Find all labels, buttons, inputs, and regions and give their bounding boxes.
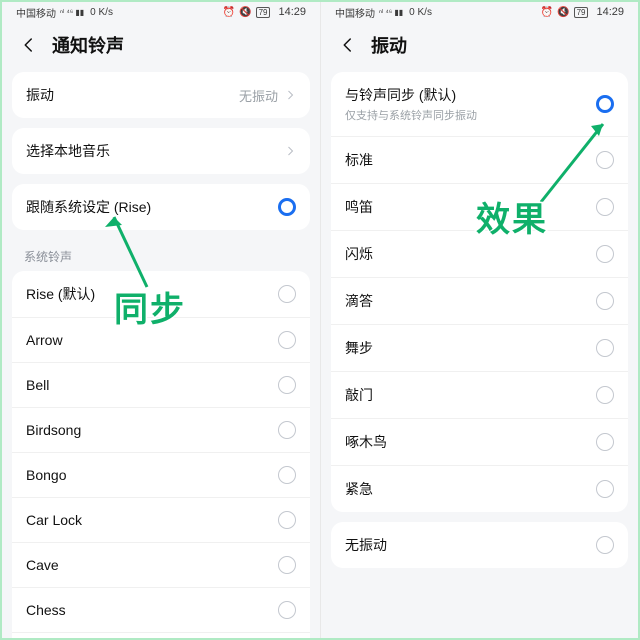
list-item-label: Birdsong bbox=[26, 422, 81, 438]
status-bar: 中国移动 ⁿˡ ⁴⁶ ▮▮ 0 K/s ⏰ 🔇 79 14:29 bbox=[2, 2, 320, 22]
screen-vibration: 中国移动 ⁿˡ ⁴⁶ ▮▮ 0 K/s ⏰ 🔇 79 14:29 振动 与铃声同… bbox=[320, 2, 638, 638]
carrier-label: 中国移动 bbox=[335, 5, 375, 20]
list-item[interactable]: 紧急 bbox=[331, 465, 628, 512]
row-label: 振动 bbox=[26, 85, 54, 105]
row-no-vibration[interactable]: 无振动 bbox=[331, 522, 628, 568]
row-label: 与铃声同步 (默认) bbox=[345, 85, 477, 105]
net-speed: 0 K/s bbox=[409, 7, 432, 18]
back-icon[interactable] bbox=[20, 36, 38, 54]
title-bar: 通知铃声 bbox=[2, 22, 320, 72]
radio-icon bbox=[278, 601, 296, 619]
list-item[interactable]: 闪烁 bbox=[331, 230, 628, 277]
clock: 14:29 bbox=[596, 6, 624, 18]
card-sync: 与铃声同步 (默认) 仅支持与系统铃声同步振动 标准 鸣笛 闪烁 滴答 舞步 敲… bbox=[331, 72, 628, 512]
status-bar: 中国移动 ⁿˡ ⁴⁶ ▮▮ 0 K/s ⏰ 🔇 79 14:29 bbox=[321, 2, 638, 22]
card-no-vibration: 无振动 bbox=[331, 522, 628, 568]
radio-icon bbox=[278, 421, 296, 439]
list-item[interactable]: Birdsong bbox=[12, 407, 310, 452]
radio-selected-icon bbox=[596, 95, 614, 113]
back-icon[interactable] bbox=[339, 36, 357, 54]
clock: 14:29 bbox=[278, 6, 306, 18]
radio-icon bbox=[596, 536, 614, 554]
row-follow-system[interactable]: 跟随系统设定 (Rise) bbox=[12, 184, 310, 230]
list-item[interactable]: Crystal Drop bbox=[12, 632, 310, 638]
list-item-label: Car Lock bbox=[26, 512, 82, 528]
title-bar: 振动 bbox=[321, 22, 638, 72]
list-item[interactable]: Bongo bbox=[12, 452, 310, 497]
row-vibrate[interactable]: 振动 无振动 bbox=[12, 72, 310, 118]
card-follow-system: 跟随系统设定 (Rise) bbox=[12, 184, 310, 230]
radio-icon bbox=[596, 386, 614, 404]
row-local-music[interactable]: 选择本地音乐 bbox=[12, 128, 310, 174]
list-item-label: Cave bbox=[26, 557, 59, 573]
list-item[interactable]: Chess bbox=[12, 587, 310, 632]
list-item[interactable]: Arrow bbox=[12, 317, 310, 362]
list-item-label: 标准 bbox=[345, 150, 373, 170]
status-icons: ⏰ 🔇 79 14:29 bbox=[541, 6, 624, 18]
radio-icon bbox=[278, 331, 296, 349]
row-label: 选择本地音乐 bbox=[26, 141, 110, 161]
list-item[interactable]: 滴答 bbox=[331, 277, 628, 324]
radio-icon bbox=[278, 511, 296, 529]
list-item[interactable]: 鸣笛 bbox=[331, 183, 628, 230]
chevron-right-icon bbox=[284, 89, 296, 101]
list-item[interactable]: Cave bbox=[12, 542, 310, 587]
radio-icon bbox=[278, 376, 296, 394]
alarm-icon: ⏰ bbox=[541, 7, 553, 18]
list-item-label: Chess bbox=[26, 602, 66, 618]
card-vibrate: 振动 无振动 bbox=[12, 72, 310, 118]
carrier-label: 中国移动 bbox=[16, 5, 56, 20]
screen-notification-ringtone: 中国移动 ⁿˡ ⁴⁶ ▮▮ 0 K/s ⏰ 🔇 79 14:29 通知铃声 振动… bbox=[2, 2, 320, 638]
list-item[interactable]: Car Lock bbox=[12, 497, 310, 542]
list-item[interactable]: 啄木鸟 bbox=[331, 418, 628, 465]
row-value: 无振动 bbox=[239, 86, 278, 105]
radio-icon bbox=[278, 466, 296, 484]
list-item[interactable]: 舞步 bbox=[331, 324, 628, 371]
mute-icon: 🔇 bbox=[557, 7, 569, 18]
battery-icon: 79 bbox=[256, 7, 271, 18]
signal-icon: ⁿˡ ⁴⁶ ▮▮ bbox=[60, 8, 84, 17]
radio-icon bbox=[278, 285, 296, 303]
list-item[interactable]: 标准 bbox=[331, 136, 628, 183]
row-sync-ringtone[interactable]: 与铃声同步 (默认) 仅支持与系统铃声同步振动 bbox=[331, 72, 628, 136]
page-title: 振动 bbox=[371, 32, 407, 58]
row-label: 跟随系统设定 (Rise) bbox=[26, 197, 151, 217]
mute-icon: 🔇 bbox=[239, 7, 251, 18]
list-item-label: 紧急 bbox=[345, 479, 373, 499]
list-item[interactable]: 敲门 bbox=[331, 371, 628, 418]
radio-icon bbox=[596, 292, 614, 310]
list-item-label: 闪烁 bbox=[345, 244, 373, 264]
list-item-label: Arrow bbox=[26, 332, 63, 348]
list-item-label: 啄木鸟 bbox=[345, 432, 387, 452]
radio-icon bbox=[278, 556, 296, 574]
radio-icon bbox=[596, 151, 614, 169]
radio-icon bbox=[596, 245, 614, 263]
list-item-label: 鸣笛 bbox=[345, 197, 373, 217]
list-item-label: 滴答 bbox=[345, 291, 373, 311]
list-item-label: 舞步 bbox=[345, 338, 373, 358]
list-item[interactable]: Rise (默认) bbox=[12, 271, 310, 317]
list-item-label: 敲门 bbox=[345, 385, 373, 405]
net-speed: 0 K/s bbox=[90, 7, 113, 18]
row-label: 无振动 bbox=[345, 535, 387, 555]
radio-icon bbox=[596, 339, 614, 357]
list-item[interactable]: Bell bbox=[12, 362, 310, 407]
radio-icon bbox=[596, 480, 614, 498]
alarm-icon: ⏰ bbox=[223, 7, 235, 18]
chevron-right-icon bbox=[284, 145, 296, 157]
radio-icon bbox=[596, 433, 614, 451]
section-system-ringtones: 系统铃声 bbox=[2, 240, 320, 271]
battery-icon: 79 bbox=[574, 7, 589, 18]
list-item-label: Bongo bbox=[26, 467, 66, 483]
radio-icon bbox=[596, 198, 614, 216]
signal-icon: ⁿˡ ⁴⁶ ▮▮ bbox=[379, 8, 403, 17]
page-title: 通知铃声 bbox=[52, 32, 124, 58]
radio-selected-icon bbox=[278, 198, 296, 216]
card-local-music: 选择本地音乐 bbox=[12, 128, 310, 174]
list-item-label: Rise (默认) bbox=[26, 284, 95, 304]
status-icons: ⏰ 🔇 79 14:29 bbox=[223, 6, 306, 18]
row-sublabel: 仅支持与系统铃声同步振动 bbox=[345, 107, 477, 123]
ringtone-list: Rise (默认) Arrow Bell Birdsong Bongo Car … bbox=[12, 271, 310, 638]
list-item-label: Bell bbox=[26, 377, 49, 393]
